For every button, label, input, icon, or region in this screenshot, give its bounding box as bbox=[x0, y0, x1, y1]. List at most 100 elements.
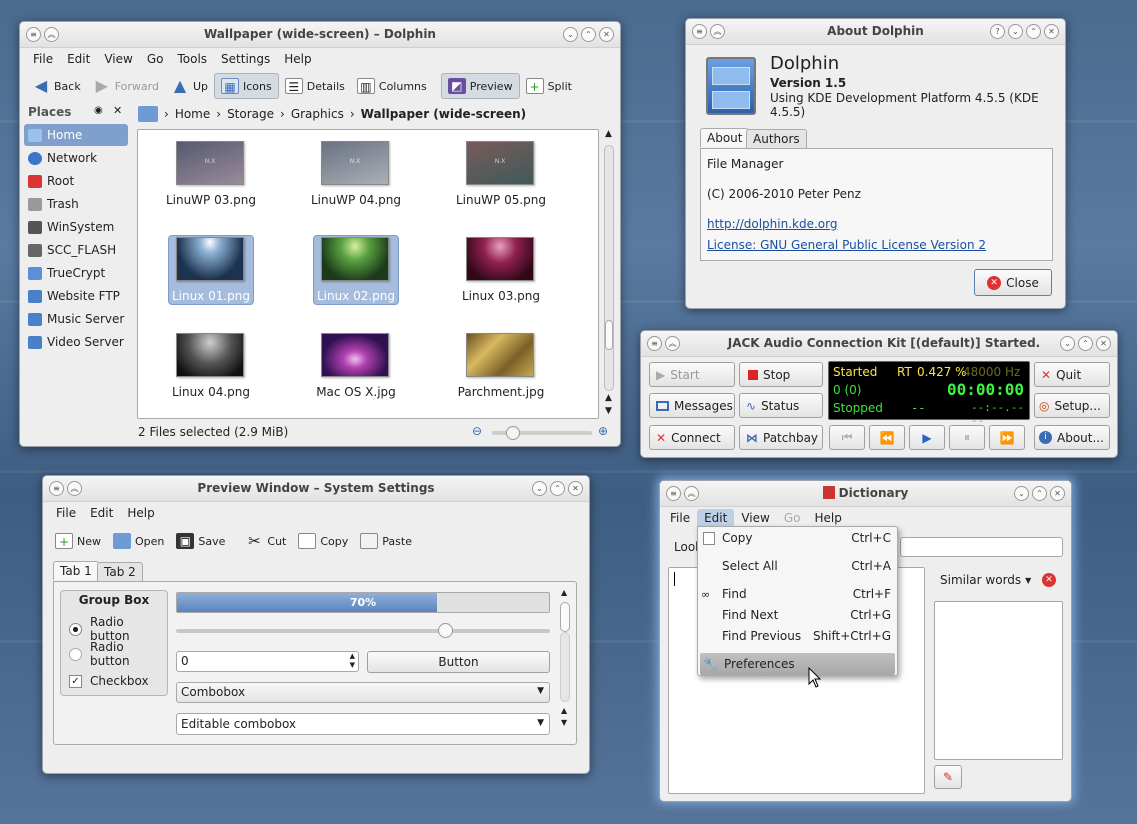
start-button[interactable]: ▶ Start bbox=[649, 362, 735, 387]
scrollbar-handle[interactable] bbox=[605, 320, 613, 350]
editable-combobox[interactable]: Editable combobox ▼ bbox=[176, 713, 550, 735]
menu-item-select-all[interactable]: Select All Ctrl+A bbox=[698, 555, 897, 577]
menu-view[interactable]: View bbox=[97, 50, 139, 68]
close-icon[interactable]: ✕ bbox=[1050, 486, 1065, 501]
menu-go[interactable]: Go bbox=[777, 509, 808, 527]
columns-view-button[interactable]: ▥ Columns bbox=[351, 74, 433, 98]
menu-item-find-next[interactable]: Find Next Ctrl+G bbox=[698, 604, 897, 626]
menu-help[interactable]: Help bbox=[277, 50, 318, 68]
radio-button-2[interactable]: Radio button bbox=[69, 640, 167, 668]
status-button[interactable]: ∿ Status bbox=[739, 393, 823, 418]
stop-button[interactable]: Stop bbox=[739, 362, 823, 387]
menu-edit[interactable]: Edit bbox=[60, 50, 97, 68]
copy-button[interactable]: Copy bbox=[292, 529, 354, 553]
up-button[interactable]: ▲ Up bbox=[165, 74, 214, 98]
icons-view-button[interactable]: ▦ Icons bbox=[214, 73, 279, 99]
messages-button[interactable]: Messages bbox=[649, 393, 735, 418]
menu-item-copy[interactable]: Copy Ctrl+C bbox=[698, 527, 897, 549]
spin-arrows-icon[interactable]: ▲ ▼ bbox=[350, 652, 355, 670]
file-name[interactable]: Linux 01.png bbox=[146, 289, 276, 303]
slider-handle[interactable] bbox=[438, 623, 454, 638]
zoom-slider[interactable] bbox=[492, 426, 592, 440]
minimize-icon[interactable]: ⌄ bbox=[563, 27, 578, 42]
file-thumbnail[interactable] bbox=[176, 333, 244, 377]
menu-view[interactable]: View bbox=[734, 509, 776, 527]
patchbay-button[interactable]: ⋈ Patchbay bbox=[739, 425, 823, 450]
place-music-server[interactable]: Music Server bbox=[24, 308, 128, 330]
spin-box[interactable]: 0 ▲ ▼ bbox=[176, 651, 359, 672]
settings-titlebar[interactable]: ≡ ︽ Preview Window – System Settings ⌄ ⌃… bbox=[43, 476, 589, 502]
menu-go[interactable]: Go bbox=[140, 50, 171, 68]
quit-button[interactable]: ✕ Quit bbox=[1034, 362, 1110, 387]
minimize-icon[interactable]: ⌄ bbox=[532, 481, 547, 496]
menu-item-find[interactable]: ∞ Find Ctrl+F bbox=[698, 583, 897, 605]
minimize-icon[interactable]: ⌄ bbox=[1008, 24, 1023, 39]
menu-edit[interactable]: Edit bbox=[83, 504, 120, 522]
close-icon[interactable]: ✕ bbox=[1096, 336, 1111, 351]
menu-settings[interactable]: Settings bbox=[214, 50, 277, 68]
place-scc-flash[interactable]: SCC_FLASH bbox=[24, 239, 128, 261]
menu-file[interactable]: File bbox=[26, 50, 60, 68]
rewind-start-button[interactable]: ⏮ bbox=[829, 425, 865, 450]
license-link[interactable]: License: GNU General Public License Vers… bbox=[707, 238, 986, 252]
scroll-up-icon[interactable]: ▲ bbox=[561, 706, 567, 715]
place-home[interactable]: Home bbox=[24, 124, 128, 146]
scrollbar-track[interactable] bbox=[560, 632, 570, 702]
new-button[interactable]: + New bbox=[49, 529, 107, 553]
menu-item-find-previous[interactable]: Find Previous Shift+Ctrl+G bbox=[698, 625, 897, 647]
places-config-icon[interactable]: ◉ bbox=[94, 105, 103, 116]
place-trash[interactable]: Trash bbox=[24, 193, 128, 215]
tab-about[interactable]: About bbox=[700, 128, 750, 147]
dolphin-titlebar[interactable]: ≡ ︽ Wallpaper (wide-screen) – Dolphin ⌄ … bbox=[20, 22, 620, 48]
minimize-icon[interactable]: ⌄ bbox=[1060, 336, 1075, 351]
file-thumbnail[interactable]: N.X bbox=[176, 141, 244, 185]
scroll-down-icon[interactable]: ▼ bbox=[561, 718, 567, 727]
preview-button[interactable]: ◩ Preview bbox=[440, 73, 520, 99]
dictionary-titlebar[interactable]: ≡ ︽ Dictionary ⌄ ⌃ ✕ bbox=[660, 481, 1071, 507]
file-name[interactable]: LinuWP 05.png bbox=[436, 193, 566, 207]
about-titlebar[interactable]: ≡ ︽ About Dolphin ? ⌄ ⌃ ✕ bbox=[686, 19, 1065, 45]
radio-button-1[interactable]: Radio button bbox=[69, 615, 167, 643]
menu-edit[interactable]: Edit bbox=[697, 509, 735, 527]
similar-words-list[interactable] bbox=[934, 601, 1063, 760]
file-thumbnail[interactable] bbox=[466, 237, 534, 281]
maximize-icon[interactable]: ⌃ bbox=[1026, 24, 1041, 39]
connect-button[interactable]: ✕ Connect bbox=[649, 425, 735, 450]
cut-button[interactable]: ✂ Cut bbox=[239, 529, 292, 553]
vertical-scrollbar[interactable]: ▲ ▲ ▼ bbox=[602, 129, 616, 419]
crumb-current[interactable]: Wallpaper (wide-screen) bbox=[361, 107, 527, 121]
close-icon[interactable]: ✕ bbox=[599, 27, 614, 42]
file-name[interactable]: Linux 02.png bbox=[291, 289, 421, 303]
file-thumbnail[interactable] bbox=[466, 333, 534, 377]
fast-forward-button[interactable]: ⏩ bbox=[989, 425, 1025, 450]
details-view-button[interactable]: ☰ Details bbox=[279, 74, 351, 98]
scroll-up-icon[interactable]: ▲ bbox=[605, 393, 612, 403]
place-root[interactable]: Root bbox=[24, 170, 128, 192]
menu-file[interactable]: File bbox=[49, 504, 83, 522]
jack-titlebar[interactable]: ≡ ︽ JACK Audio Connection Kit [(default)… bbox=[641, 331, 1117, 357]
file-thumbnail[interactable]: N.X bbox=[321, 141, 389, 185]
forward-button[interactable]: ▶ Forward bbox=[87, 74, 165, 98]
scroll-up-icon[interactable]: ▲ bbox=[561, 588, 567, 597]
file-thumbnail[interactable]: N.X bbox=[466, 141, 534, 185]
place-network[interactable]: Network bbox=[24, 147, 128, 169]
back-button[interactable]: ◀ Back bbox=[26, 74, 87, 98]
setup-button[interactable]: ◎ Setup... bbox=[1034, 393, 1110, 418]
maximize-icon[interactable]: ⌃ bbox=[550, 481, 565, 496]
file-thumbnail[interactable] bbox=[176, 237, 244, 281]
file-name[interactable]: Linux 04.png bbox=[146, 385, 276, 399]
scrollbar-track[interactable] bbox=[604, 145, 614, 391]
about-button[interactable]: i About... bbox=[1034, 425, 1110, 450]
maximize-icon[interactable]: ⌃ bbox=[581, 27, 596, 42]
file-thumbnail[interactable] bbox=[321, 333, 389, 377]
split-button[interactable]: + Split bbox=[520, 74, 578, 98]
maximize-icon[interactable]: ⌃ bbox=[1032, 486, 1047, 501]
file-name[interactable]: LinuWP 03.png bbox=[146, 193, 276, 207]
help-icon[interactable]: ? bbox=[990, 24, 1005, 39]
file-thumbnail[interactable] bbox=[321, 237, 389, 281]
save-button[interactable]: ▣ Save bbox=[170, 529, 231, 553]
combobox[interactable]: Combobox ▼ bbox=[176, 682, 550, 703]
file-name[interactable]: Linux 03.png bbox=[436, 289, 566, 303]
maximize-icon[interactable]: ⌃ bbox=[1078, 336, 1093, 351]
checkbox[interactable]: ✓ Checkbox bbox=[69, 674, 149, 688]
